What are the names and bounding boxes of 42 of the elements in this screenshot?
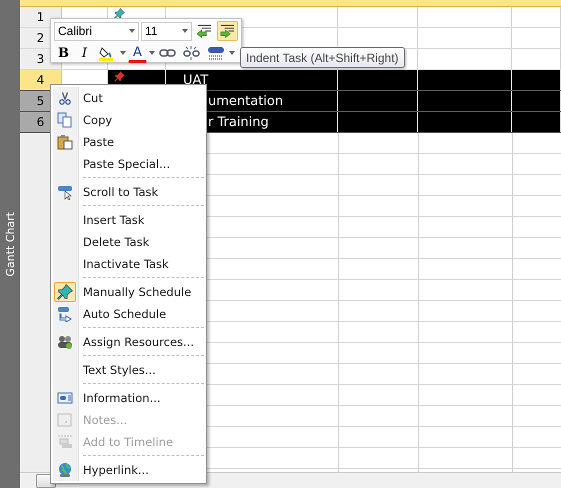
caret-icon — [229, 51, 235, 55]
menu-item[interactable]: Delete Task — [53, 231, 204, 253]
menu-item[interactable]: Paste — [53, 131, 204, 153]
cursor-icon — [57, 184, 73, 200]
menu-item[interactable]: Hyperlink... — [53, 459, 204, 481]
menu-item[interactable]: Auto Schedule — [53, 303, 204, 325]
timeline-icon — [57, 434, 73, 450]
task-name: UAT — [182, 72, 208, 88]
indent-icon — [219, 23, 236, 39]
font-field[interactable]: Calibri — [54, 22, 139, 40]
arrow-icon — [57, 306, 73, 322]
menu-item[interactable]: Assign Resources... — [53, 331, 204, 353]
pin-icon — [114, 71, 125, 82]
caret-icon — [120, 51, 126, 55]
menu-item[interactable]: Text Styles... — [53, 359, 204, 381]
menu-item[interactable]: Inactivate Task — [53, 253, 204, 275]
note-icon — [57, 412, 73, 428]
bar-icon — [207, 45, 225, 61]
scissors-icon — [59, 92, 71, 105]
people-icon — [57, 334, 73, 350]
font-size-field[interactable]: 11 — [141, 22, 192, 40]
side-tab-label[interactable]: Gantt Chart — [4, 212, 16, 276]
globe-icon — [57, 462, 73, 478]
copy-icon — [57, 112, 73, 128]
italic-button[interactable]: I — [75, 43, 94, 63]
menu-item[interactable]: Manually Schedule — [53, 281, 204, 303]
task-name: umentation — [207, 94, 284, 108]
card-icon — [57, 390, 73, 406]
tooltip: Indent Task (Alt+Shift+Right) — [240, 47, 405, 68]
menu-item[interactable]: Insert Task — [53, 209, 204, 231]
menu-item[interactable]: Paste Special... — [53, 153, 204, 175]
broken-link-icon — [183, 45, 201, 61]
caret-icon — [149, 51, 155, 55]
task-name: r Training — [207, 114, 269, 130]
row-number[interactable]: 4 — [20, 70, 62, 90]
menu-item[interactable]: Scroll to Task — [53, 181, 204, 203]
pin-icon — [114, 8, 125, 19]
font-color-button[interactable]: A — [128, 43, 147, 63]
clipboard-icon — [57, 134, 73, 150]
indent-button[interactable] — [217, 21, 238, 41]
menu-item[interactable]: Information... — [53, 387, 204, 409]
outdent-icon — [196, 23, 214, 39]
